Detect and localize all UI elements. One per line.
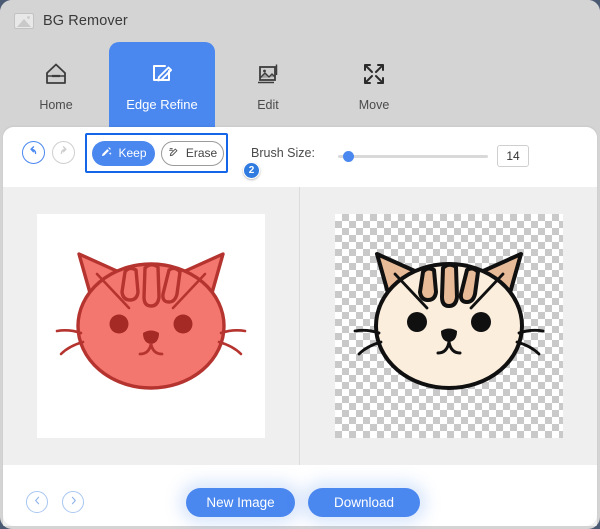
cat-face-illustration-preview bbox=[335, 214, 563, 438]
window-chrome: BG Remover Home bbox=[0, 0, 600, 529]
tab-edge-refine-label: Edge Refine bbox=[126, 97, 198, 112]
editor-panel: Keep Erase Brush Siz bbox=[3, 127, 597, 526]
home-icon bbox=[41, 59, 71, 89]
tab-move[interactable]: Move bbox=[321, 42, 427, 128]
next-image-button[interactable] bbox=[62, 491, 84, 513]
brush-mode-group: Keep Erase bbox=[87, 135, 226, 171]
tab-home[interactable]: Home bbox=[3, 42, 109, 128]
tab-edit[interactable]: Edit bbox=[215, 42, 321, 128]
previous-image-button[interactable] bbox=[26, 491, 48, 513]
preview-artboard bbox=[335, 214, 563, 438]
erase-brush-icon bbox=[168, 145, 181, 161]
edge-refine-icon bbox=[147, 58, 177, 88]
download-button[interactable]: Download bbox=[308, 488, 420, 517]
image-logo-icon bbox=[14, 13, 34, 29]
tab-strip: Home Edge Refine bbox=[0, 42, 600, 128]
cat-face-illustration-original bbox=[37, 214, 265, 438]
chevron-right-icon bbox=[68, 493, 79, 511]
slider-knob[interactable] bbox=[343, 151, 354, 162]
undo-button[interactable] bbox=[22, 141, 45, 164]
slider-track bbox=[338, 155, 488, 158]
chevron-left-icon bbox=[32, 493, 43, 511]
app-title: BG Remover bbox=[43, 13, 128, 29]
brush-size-label: Brush Size: bbox=[251, 146, 315, 160]
redo-button[interactable] bbox=[52, 141, 75, 164]
undo-arrow-icon bbox=[27, 144, 40, 162]
tab-edit-label: Edit bbox=[257, 98, 279, 112]
brush-size-slider[interactable] bbox=[338, 155, 488, 158]
tab-edge-refine[interactable]: Edge Refine bbox=[109, 42, 215, 128]
keep-brush-icon bbox=[100, 145, 113, 161]
edge-refine-toolbar: Keep Erase Brush Siz bbox=[3, 127, 597, 187]
original-canvas-pane[interactable] bbox=[3, 187, 300, 465]
keep-mode-label: Keep bbox=[118, 146, 146, 160]
move-arrows-icon bbox=[359, 59, 389, 89]
edit-image-icon bbox=[253, 59, 283, 89]
annotation-step-badge: 2 bbox=[243, 162, 260, 179]
erase-mode-button[interactable]: Erase bbox=[161, 141, 224, 166]
erase-mode-label: Erase bbox=[186, 146, 217, 160]
title-bar: BG Remover bbox=[0, 0, 600, 42]
app-window: BG Remover Home bbox=[0, 0, 600, 529]
tab-home-label: Home bbox=[39, 98, 72, 112]
tab-move-label: Move bbox=[359, 98, 390, 112]
preview-canvas-pane[interactable] bbox=[300, 187, 597, 465]
brush-size-value[interactable]: 14 bbox=[497, 145, 529, 167]
canvas-area bbox=[3, 187, 597, 465]
original-artboard bbox=[37, 214, 265, 438]
bottom-action-bar: New Image Download bbox=[3, 478, 597, 526]
new-image-button[interactable]: New Image bbox=[186, 488, 295, 517]
redo-arrow-icon bbox=[57, 144, 70, 162]
keep-mode-button[interactable]: Keep bbox=[92, 141, 155, 166]
